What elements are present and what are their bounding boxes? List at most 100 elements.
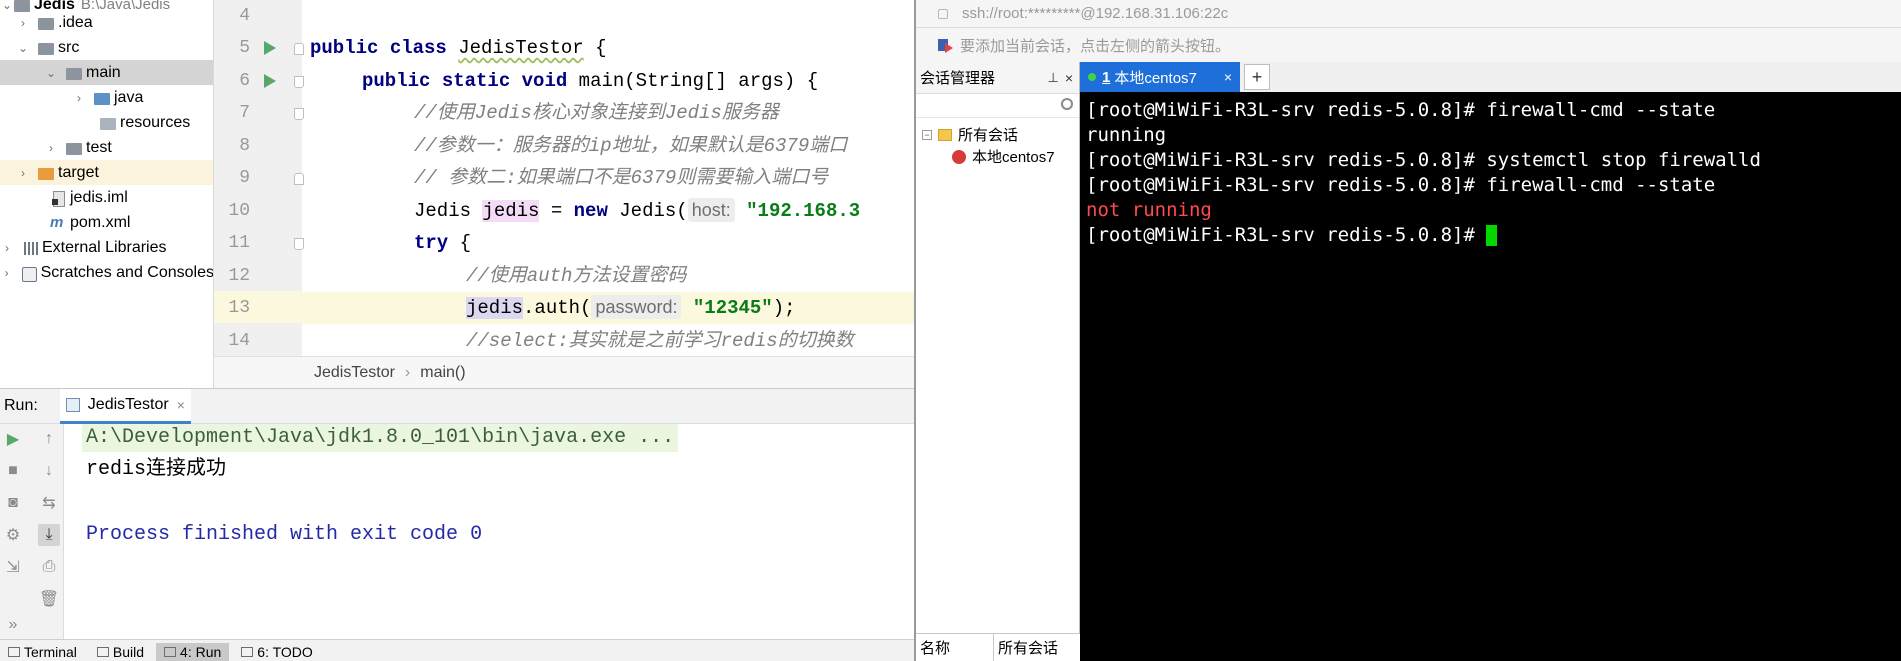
tree-item-external-libraries[interactable]: › External Libraries [0, 235, 213, 260]
chevron-right-icon[interactable]: › [44, 141, 58, 155]
tree-item-idea[interactable]: › .idea [0, 10, 213, 35]
stop-icon[interactable]: ■ [2, 460, 24, 482]
soft-wrap-icon[interactable]: ⇆ [38, 492, 60, 514]
folder-icon [66, 141, 82, 155]
tree-item-resources[interactable]: resources [0, 110, 213, 135]
address-bar[interactable]: ssh://root:*********@192.168.31.106:22c [916, 0, 1901, 28]
code-text: Jedis( [607, 200, 688, 222]
print-icon[interactable]: ⎙ [38, 556, 60, 578]
chevron-down-icon[interactable]: ⌄ [44, 66, 58, 80]
breadcrumb-method[interactable]: main() [420, 364, 465, 382]
build-tab-label: Build [112, 644, 145, 660]
chevron-down-icon[interactable]: ⌄ [16, 41, 30, 55]
session-folder-all[interactable]: − 所有会话 [922, 124, 1018, 145]
code-text: Jedis [414, 200, 483, 222]
close-icon[interactable]: × [1065, 70, 1073, 86]
code-text: { [583, 37, 607, 59]
keyword: try [414, 232, 449, 254]
resources-folder-icon [100, 116, 116, 130]
code-area[interactable]: public class JedisTestor { public static… [302, 0, 914, 356]
exit-icon[interactable]: ⇲ [2, 556, 24, 578]
rerun-icon[interactable]: ▶ [2, 428, 24, 450]
run-gutter-icon[interactable] [264, 74, 276, 88]
parameter-hint: host: [687, 198, 735, 222]
tree-item-label: test [86, 138, 112, 156]
collapse-icon[interactable]: − [922, 129, 932, 140]
session-item-centos[interactable]: 本地centos7 [952, 146, 1055, 167]
chevron-right-icon[interactable]: › [0, 266, 13, 280]
tab-centos7[interactable]: 1 本地centos7 × [1080, 62, 1240, 92]
excluded-folder-icon [38, 166, 54, 180]
add-tab-button[interactable]: + [1244, 64, 1270, 90]
add-session-arrow-icon[interactable] [938, 37, 954, 53]
close-icon[interactable]: × [177, 397, 185, 413]
trash-icon[interactable]: 🗑 [38, 588, 60, 610]
lock-icon [938, 8, 948, 19]
chevron-right-icon[interactable]: › [0, 241, 14, 255]
tree-item-label: Scratches and Consoles [40, 263, 214, 281]
terminal-prompt-line[interactable]: [root@MiWiFi-R3L-srv redis-5.0.8]# [1086, 223, 1901, 248]
folder-icon [66, 66, 82, 80]
run-tab-bottom[interactable]: 4: Run [156, 643, 230, 661]
session-search[interactable] [916, 94, 1079, 118]
line-number: 10 [228, 201, 250, 221]
arrow-down-icon[interactable]: ↓ [38, 460, 60, 482]
address-text: ssh://root:*********@192.168.31.106:22c [962, 5, 1229, 22]
code-text: { [448, 232, 472, 254]
run-label: Run: [4, 397, 38, 414]
tree-item-label: External Libraries [42, 238, 167, 256]
chevron-right-icon[interactable]: › [72, 91, 86, 105]
chevron-right-icon[interactable]: › [16, 16, 30, 30]
session-properties: 名称 所有会话 [916, 633, 1080, 661]
code-line-6: public static void main(String[] args) { [302, 65, 914, 97]
tree-item-main[interactable]: ⌄ main [0, 60, 213, 85]
code-editor[interactable]: 4 5 6 7 8 9 10 11 12 13 14 public class … [214, 0, 914, 356]
keyword: static [441, 70, 511, 92]
code-text: ); [772, 297, 796, 319]
pin-icon[interactable]: ⊥ [1047, 70, 1058, 86]
more-icon[interactable]: » [2, 614, 24, 636]
tree-item-src[interactable]: ⌄ src [0, 35, 213, 60]
scroll-to-end-icon[interactable]: ⤓ [38, 524, 60, 546]
todo-tab[interactable]: 6: TODO [233, 643, 321, 661]
breadcrumb-separator-icon: › [404, 363, 411, 381]
keyword: public [310, 37, 379, 59]
run-toolbar: ▶ ↑ ■ ↓ ◙ ⇆ ⚙ ⤓ ⇲ ⎙ 🗑 » [0, 424, 64, 639]
line-number: 5 [239, 38, 250, 58]
tree-item-scratches[interactable]: › Scratches and Consoles [0, 260, 214, 285]
tree-item-test[interactable]: › test [0, 135, 213, 160]
terminal-line: [root@MiWiFi-R3L-srv redis-5.0.8]# firew… [1086, 99, 1716, 121]
session-manager-header: 会话管理器 ⊥ × [916, 62, 1079, 94]
breadcrumb-class[interactable]: JedisTestor [314, 364, 395, 382]
property-value: 所有会话 [998, 640, 1059, 657]
camera-icon[interactable]: ◙ [2, 492, 24, 514]
build-tab[interactable]: Build [89, 643, 152, 661]
run-gutter-icon[interactable] [264, 41, 276, 55]
code-line-13: jedis.auth(password: "12345"); [302, 292, 914, 324]
session-folder-label: 所有会话 [958, 127, 1019, 144]
session-manager-panel: 会话管理器 ⊥ × − 所有会话 本地centos7 名称 所有会话 [916, 62, 1080, 661]
search-icon[interactable] [1061, 98, 1073, 110]
tree-item-jedis-iml[interactable]: jedis.iml [0, 185, 213, 210]
tree-item-pom[interactable]: m pom.xml [0, 210, 213, 235]
line-number: 9 [239, 168, 250, 188]
tree-item-label: resources [120, 113, 191, 131]
terminal-tab[interactable]: Terminal [0, 643, 85, 661]
console-command-line[interactable]: A:\Development\Java\jdk1.8.0_101\bin\jav… [82, 424, 679, 452]
settings-icon[interactable]: ⚙ [2, 524, 24, 546]
run-console[interactable]: A:\Development\Java\jdk1.8.0_101\bin\jav… [64, 424, 914, 639]
close-icon[interactable]: × [1224, 69, 1232, 85]
code-line-7: //使用Jedis核心对象连接到Jedis服务器 [414, 102, 779, 124]
tree-item-java[interactable]: › java [0, 85, 213, 110]
run-tab[interactable]: JedisTestor × [59, 388, 191, 424]
tree-item-target[interactable]: › target [0, 160, 213, 185]
terminal-line: [root@MiWiFi-R3L-srv redis-5.0.8]# syste… [1086, 149, 1761, 171]
chevron-right-icon[interactable]: › [16, 166, 30, 180]
terminal-line: [root@MiWiFi-R3L-srv redis-5.0.8]# firew… [1086, 174, 1716, 196]
project-tree: ⌄ Jedis B:\Java\Jedis › .idea ⌄ src ⌄ ma… [0, 0, 214, 388]
terminal-screen[interactable]: [root@MiWiFi-R3L-srv redis-5.0.8]# firew… [1080, 92, 1901, 661]
code-text: = [539, 200, 574, 222]
parameter-hint: password: [591, 295, 682, 319]
arrow-up-icon[interactable]: ↑ [38, 428, 60, 450]
string-literal: "12345" [692, 297, 773, 319]
